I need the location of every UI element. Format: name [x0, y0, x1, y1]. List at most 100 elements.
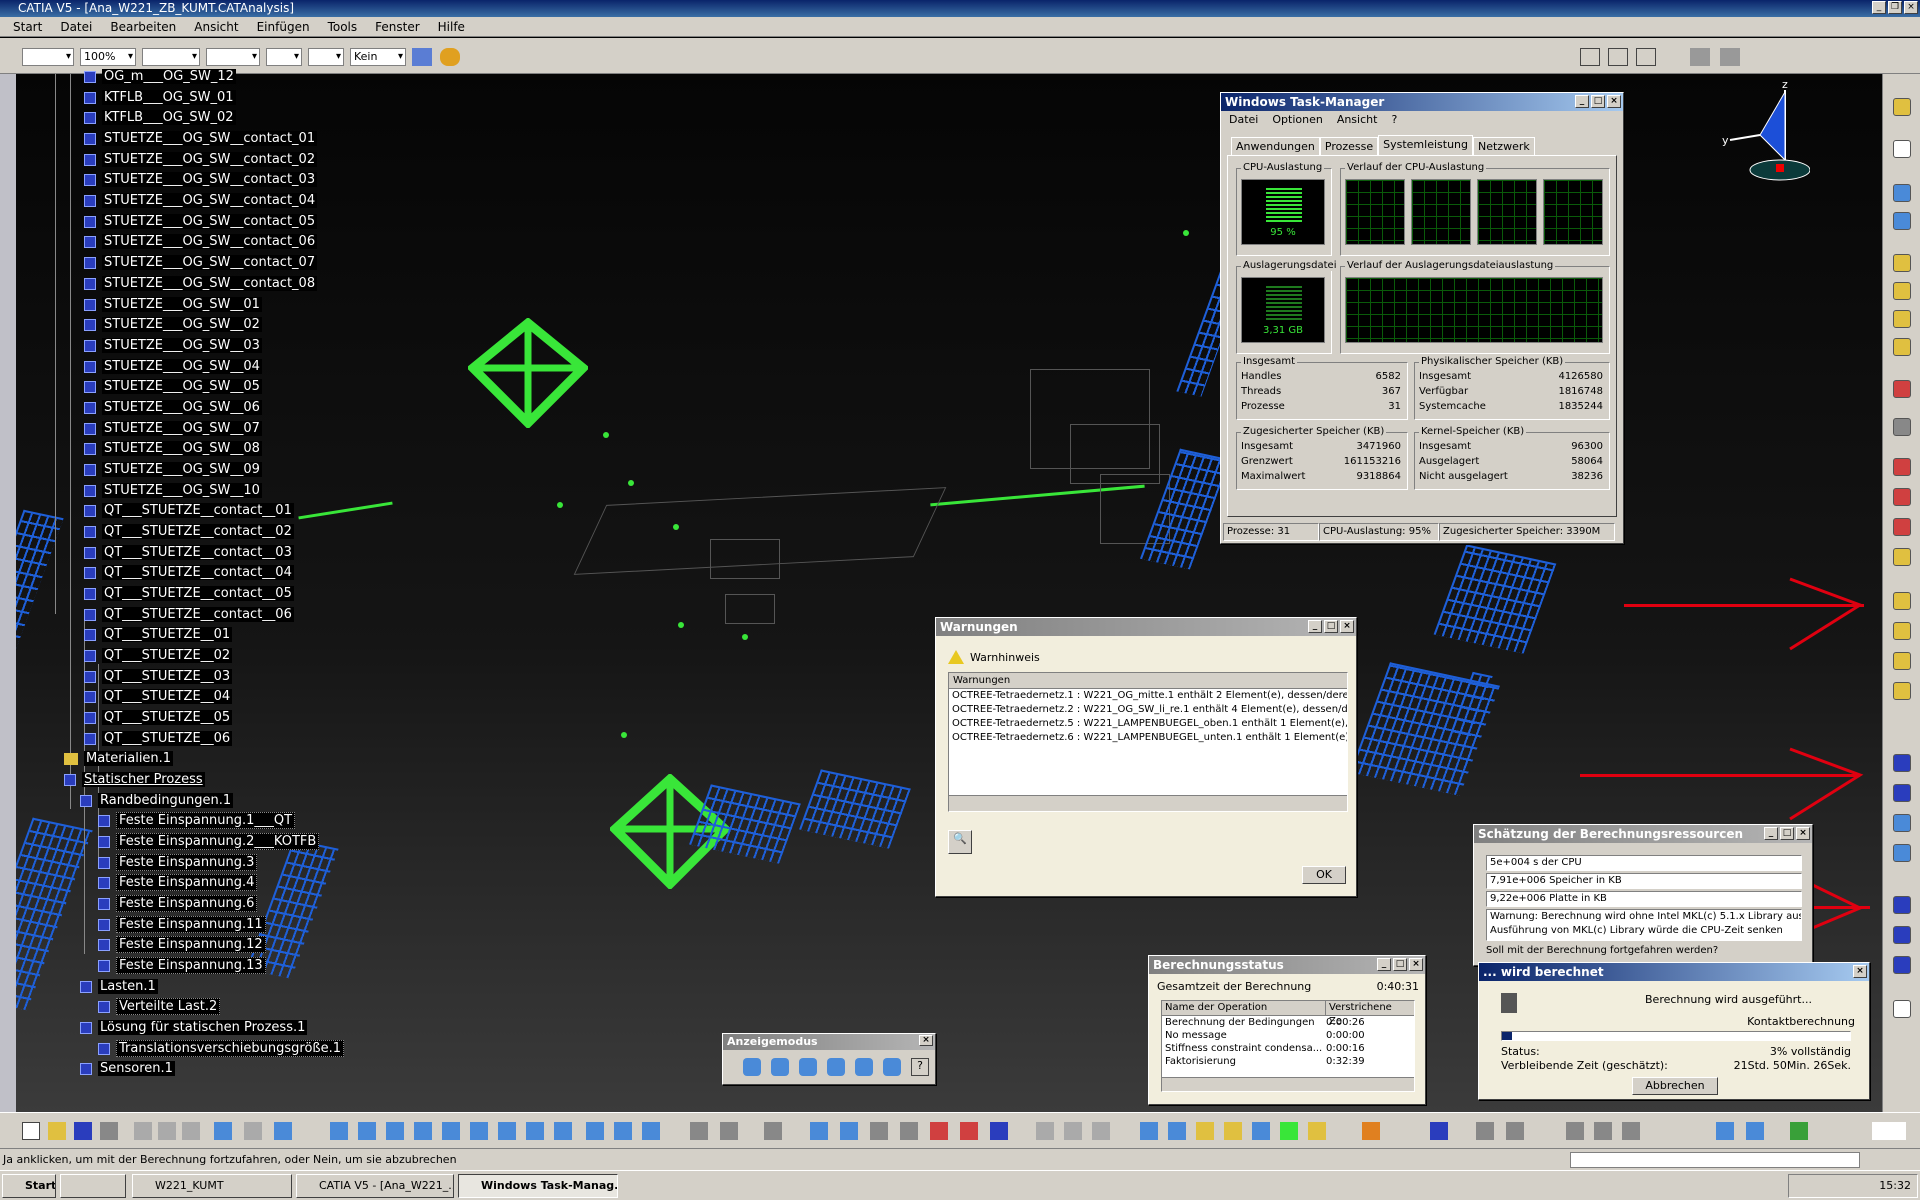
- tree-item-einspannung[interactable]: Feste Einspannung.11: [98, 916, 266, 933]
- tool-icon[interactable]: [870, 1122, 888, 1140]
- tool-icon[interactable]: [1893, 926, 1911, 944]
- multi-view-icon[interactable]: [526, 1122, 544, 1140]
- tree-item-einspannung[interactable]: Feste Einspannung.3: [98, 854, 258, 871]
- hide-show-icon[interactable]: [614, 1122, 632, 1140]
- tree-item[interactable]: STUETZE___OG_SW__contact_06: [84, 233, 318, 250]
- select-icon[interactable]: [1893, 140, 1911, 158]
- tree-item[interactable]: STUETZE___OG_SW__09: [84, 461, 262, 478]
- tool-icon[interactable]: [1893, 592, 1911, 610]
- tree-item-sensoren[interactable]: Sensoren.1: [80, 1060, 175, 1077]
- tool-icon[interactable]: [1308, 1122, 1326, 1140]
- tree-item[interactable]: QT___STUETZE__contact__01: [84, 502, 294, 519]
- tree-item[interactable]: QT___STUETZE__contact__02: [84, 523, 294, 540]
- tree-item[interactable]: STUETZE___OG_SW__contact_07: [84, 254, 318, 271]
- resource-estimate-titlebar[interactable]: Schätzung der Berechnungsressourcen _ □ ×: [1474, 825, 1812, 843]
- task-manager-titlebar[interactable]: Windows Task-Manager _ □ ×: [1221, 93, 1623, 111]
- tree-scrollbar[interactable]: [0, 74, 16, 1112]
- tree-item[interactable]: QT___STUETZE__05: [84, 709, 233, 726]
- tool-icon[interactable]: [1893, 380, 1911, 398]
- taskbar-item-explorer[interactable]: W221_KUMT: [132, 1174, 292, 1198]
- tool-icon[interactable]: [1168, 1122, 1186, 1140]
- tree-item-einspannung[interactable]: Feste Einspannung.2___KOTFB: [98, 833, 320, 850]
- taskbar-item-catia[interactable]: CATIA V5 - [Ana_W221_...: [296, 1174, 454, 1198]
- painter-icon[interactable]: [412, 48, 432, 66]
- render-style-icon[interactable]: [586, 1122, 604, 1140]
- tool-icon[interactable]: [1140, 1122, 1158, 1140]
- redo-icon[interactable]: [244, 1122, 262, 1140]
- tool-icon[interactable]: [1893, 956, 1911, 974]
- tool-icon[interactable]: [1252, 1122, 1270, 1140]
- menu-start[interactable]: Start: [4, 20, 51, 34]
- fit-all-icon[interactable]: [358, 1122, 376, 1140]
- tool-icon[interactable]: [1893, 754, 1911, 772]
- tool-icon[interactable]: [1746, 1122, 1764, 1140]
- close-button[interactable]: ×: [1340, 620, 1354, 633]
- format-painter-icon[interactable]: [440, 48, 460, 66]
- render-mode-icon[interactable]: [855, 1058, 873, 1076]
- tool-icon[interactable]: [1362, 1122, 1380, 1140]
- tool-icon[interactable]: [1893, 254, 1911, 272]
- tool-icon[interactable]: [1893, 548, 1911, 566]
- horizontal-scrollbar[interactable]: [949, 795, 1347, 811]
- menu-tools[interactable]: Tools: [319, 20, 367, 34]
- tool-icon[interactable]: [1716, 1122, 1734, 1140]
- tool-icon[interactable]: [1893, 814, 1911, 832]
- tree-item-einspannung[interactable]: Feste Einspannung.1___QT: [98, 812, 296, 829]
- render-mode-icon[interactable]: [883, 1058, 901, 1076]
- display-mode-titlebar[interactable]: Anzeigemodus ×: [723, 1034, 935, 1050]
- color-select[interactable]: [22, 48, 74, 66]
- new-icon[interactable]: [22, 1122, 40, 1140]
- transparency-select[interactable]: 100%: [80, 48, 136, 66]
- tree-item[interactable]: STUETZE___OG_SW__contact_01: [84, 130, 318, 147]
- minimize-button[interactable]: _: [1764, 827, 1778, 840]
- tree-item-einspannung[interactable]: Feste Einspannung.4: [98, 874, 258, 891]
- tree-item[interactable]: QT___STUETZE__03: [84, 668, 233, 685]
- ok-button[interactable]: OK: [1302, 866, 1346, 884]
- render-mode-icon[interactable]: [743, 1058, 761, 1076]
- tree-item[interactable]: STUETZE___OG_SW__06: [84, 399, 262, 416]
- tree-item[interactable]: STUETZE___OG_SW__contact_03: [84, 171, 318, 188]
- render-mode-icon[interactable]: [827, 1058, 845, 1076]
- tool-icon[interactable]: [720, 1122, 738, 1140]
- tree-item[interactable]: QT___STUETZE__contact__03: [84, 544, 294, 561]
- tree-item[interactable]: STUETZE___OG_SW__10: [84, 482, 262, 499]
- tree-item-translation[interactable]: Translationsverschiebungsgröße.1: [98, 1040, 345, 1057]
- tool-icon[interactable]: [1893, 518, 1911, 536]
- tool-icon[interactable]: [1064, 1122, 1082, 1140]
- command-input[interactable]: [1570, 1152, 1860, 1168]
- restore-button[interactable]: ❐: [1888, 1, 1902, 14]
- tool-icon[interactable]: [1092, 1122, 1110, 1140]
- tool-icon[interactable]: [810, 1122, 828, 1140]
- tree-item-loesung[interactable]: Lösung für statischen Prozess.1: [80, 1019, 308, 1036]
- table-row[interactable]: Berechnung der Bedingungen 0:00:26: [1162, 1016, 1414, 1029]
- tree-item[interactable]: STUETZE___OG_SW__07: [84, 420, 262, 437]
- pan-icon[interactable]: [386, 1122, 404, 1140]
- search-icon[interactable]: [1893, 1000, 1911, 1018]
- layer-select[interactable]: Kein: [350, 48, 406, 66]
- tree-item[interactable]: QT___STUETZE__02: [84, 647, 233, 664]
- help-icon[interactable]: ?: [911, 1058, 929, 1076]
- whats-this-icon[interactable]: [274, 1122, 292, 1140]
- tool-icon[interactable]: [1036, 1122, 1054, 1140]
- menu-help[interactable]: ?: [1391, 111, 1397, 129]
- maximize-button[interactable]: □: [1393, 958, 1407, 971]
- view-icon-4[interactable]: [1690, 48, 1710, 66]
- menu-ansicht[interactable]: Ansicht: [185, 20, 247, 34]
- menu-ansicht[interactable]: Ansicht: [1337, 111, 1378, 129]
- tree-item[interactable]: STUETZE___OG_SW__contact_02: [84, 151, 318, 168]
- menu-fenster[interactable]: Fenster: [366, 20, 429, 34]
- horizontal-scrollbar[interactable]: [1162, 1077, 1414, 1091]
- paste-icon[interactable]: [182, 1122, 200, 1140]
- tree-item-prozess[interactable]: Statischer Prozess: [64, 771, 205, 788]
- tool-icon[interactable]: [1224, 1122, 1242, 1140]
- zoom-icon[interactable]: 🔍: [948, 830, 972, 854]
- tree-item[interactable]: STUETZE___OG_SW__contact_05: [84, 213, 318, 230]
- minimize-button[interactable]: _: [1575, 95, 1589, 108]
- tool-icon[interactable]: [1893, 184, 1911, 202]
- tool-icon[interactable]: [960, 1122, 978, 1140]
- tree-item[interactable]: QT___STUETZE__06: [84, 730, 233, 747]
- tool-icon[interactable]: [1893, 212, 1911, 230]
- tool-icon[interactable]: [1893, 622, 1911, 640]
- tree-item-lasten[interactable]: Lasten.1: [80, 978, 158, 995]
- view-icon-1[interactable]: [1580, 48, 1600, 66]
